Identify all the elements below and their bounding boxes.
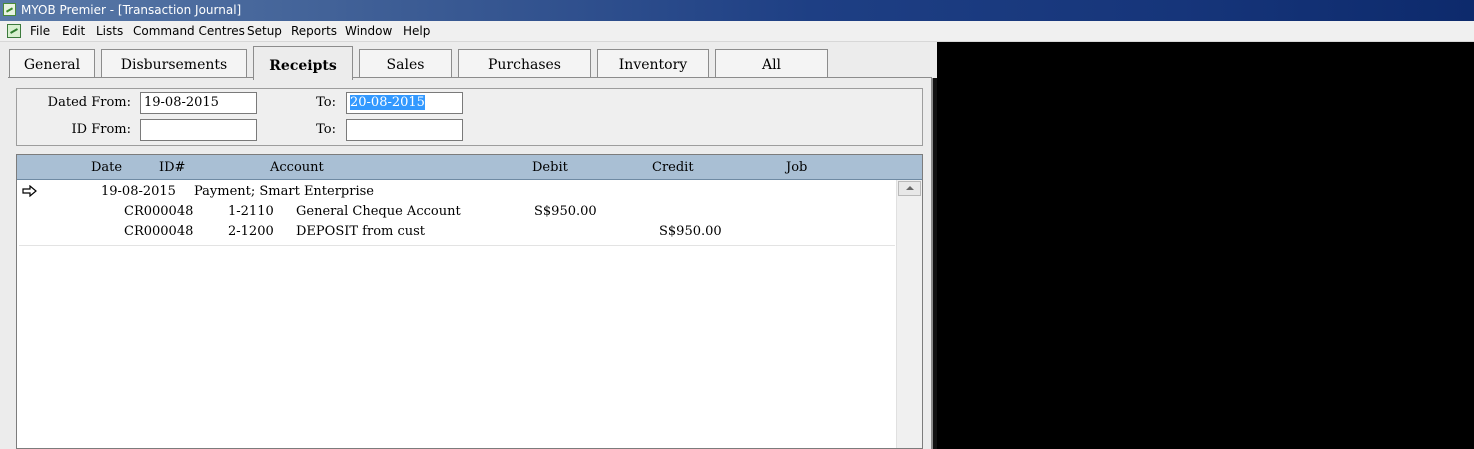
document-window-icon[interactable] [7, 24, 21, 38]
id-from-label: ID From: [71, 122, 131, 137]
column-date[interactable]: Date [91, 155, 122, 180]
transaction-journal-window: General Disbursements Receipts Sales Pur… [0, 42, 937, 449]
column-account[interactable]: Account [270, 155, 324, 180]
dated-from-input[interactable]: 19-08-2015 [140, 92, 257, 114]
dated-to-label: To: [316, 95, 336, 110]
line-account-name[interactable]: General Cheque Account [296, 204, 461, 219]
menu-command-centres[interactable]: Command Centres [131, 21, 247, 41]
tab-label: Sales [386, 57, 425, 73]
tab-label: Purchases [488, 57, 561, 73]
myob-app-icon [3, 3, 16, 16]
arrow-right-icon[interactable] [22, 185, 38, 197]
tab-disbursements[interactable]: Disbursements [101, 49, 247, 77]
id-to-label: To: [316, 122, 336, 137]
id-from-input[interactable] [140, 119, 257, 141]
line-account-name[interactable]: DEPOSIT from cust [296, 224, 425, 239]
tab-sales[interactable]: Sales [359, 49, 452, 77]
menu-edit[interactable]: Edit [60, 21, 87, 41]
menu-lists[interactable]: Lists [94, 21, 125, 41]
menu-setup[interactable]: Setup [245, 21, 284, 41]
row-separator [19, 245, 895, 246]
journal-grid: Date ID# Account Debit Credit Job 19-08-… [16, 154, 923, 449]
dated-from-value: 19-08-2015 [144, 95, 219, 110]
tab-all[interactable]: All [715, 49, 828, 77]
line-account-number[interactable]: 2-1200 [228, 224, 274, 239]
line-account-number[interactable]: 1-2110 [228, 204, 274, 219]
line-id[interactable]: CR000048 [124, 224, 193, 239]
column-debit[interactable]: Debit [532, 155, 568, 180]
menu-bar: File Edit Lists Command Centres Setup Re… [0, 21, 1474, 42]
tab-label: Disbursements [120, 57, 228, 73]
menu-reports[interactable]: Reports [289, 21, 339, 41]
vertical-scrollbar[interactable] [896, 180, 922, 448]
id-to-input[interactable] [346, 119, 463, 141]
tab-receipts[interactable]: Receipts [253, 46, 353, 80]
column-id[interactable]: ID# [159, 155, 185, 180]
tab-label: General [23, 57, 81, 73]
line-debit[interactable]: S$950.00 [534, 204, 597, 219]
column-job[interactable]: Job [786, 155, 807, 180]
tab-label: All [761, 57, 782, 73]
menu-window[interactable]: Window [343, 21, 394, 41]
line-id[interactable]: CR000048 [124, 204, 193, 219]
line-credit[interactable]: S$950.00 [659, 224, 722, 239]
title-bar: MYOB Premier - [Transaction Journal] [0, 0, 1474, 21]
tab-purchases[interactable]: Purchases [458, 49, 591, 77]
scroll-up-arrow-icon[interactable] [898, 181, 921, 196]
tab-inventory[interactable]: Inventory [597, 49, 709, 77]
menu-help[interactable]: Help [401, 21, 432, 41]
tab-general[interactable]: General [9, 49, 95, 77]
entry-memo[interactable]: Payment; Smart Enterprise [194, 184, 374, 199]
tab-divider [8, 77, 932, 78]
grid-header: Date ID# Account Debit Credit Job [17, 155, 922, 180]
window-title: MYOB Premier - [Transaction Journal] [21, 3, 242, 17]
window-shadow [933, 78, 937, 449]
tab-label: Inventory [618, 57, 688, 73]
dated-to-value: 20-08-2015 [350, 95, 425, 110]
entry-date[interactable]: 19-08-2015 [101, 184, 176, 199]
menu-file[interactable]: File [28, 21, 52, 41]
column-credit[interactable]: Credit [652, 155, 694, 180]
dated-from-label: Dated From: [47, 95, 131, 110]
tab-label: Receipts [269, 58, 337, 74]
dated-to-input[interactable]: 20-08-2015 [346, 92, 463, 114]
